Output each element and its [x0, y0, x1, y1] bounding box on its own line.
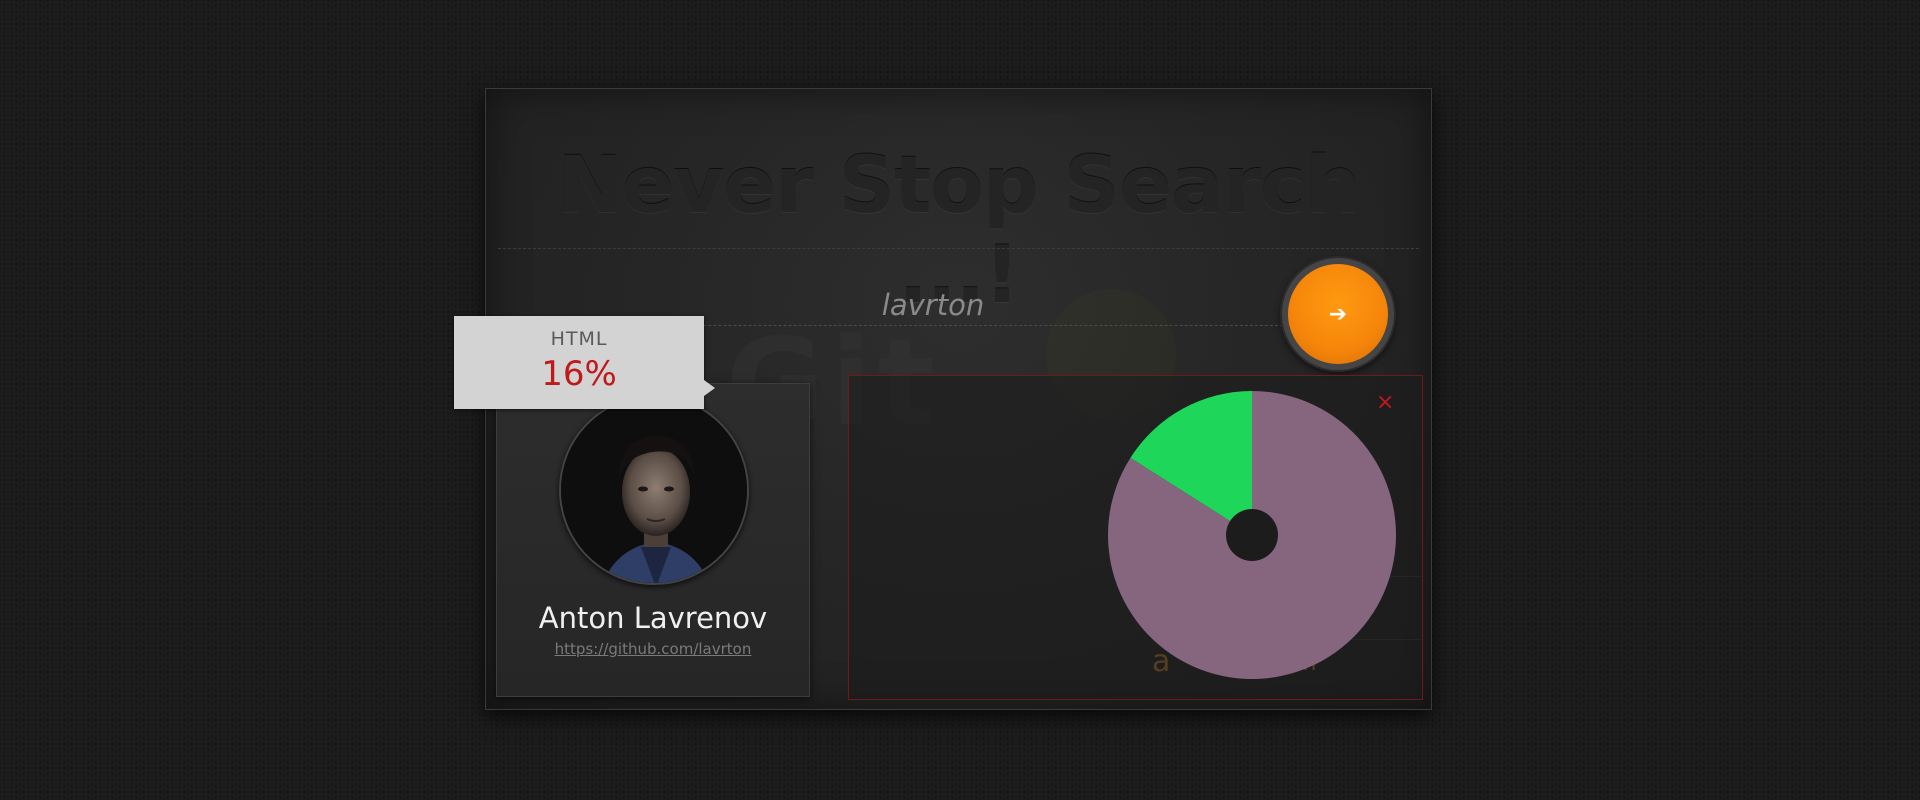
profile-card: Anton Lavrenov https://github.com/lavrto…	[496, 383, 810, 697]
user-avatar-icon	[561, 397, 747, 583]
title-divider	[498, 248, 1419, 249]
tooltip-value: 16%	[541, 354, 617, 394]
avatar	[559, 395, 749, 585]
profile-name: Anton Lavrenov	[538, 601, 768, 635]
faded-label: ra	[1219, 542, 1242, 567]
arrow-right-icon: ➔	[1328, 301, 1348, 327]
close-icon[interactable]: ×	[1376, 392, 1394, 414]
chart-panel: ra a on ×	[848, 375, 1423, 700]
chart-gridline	[1229, 576, 1422, 577]
search-button[interactable]: ➔	[1282, 258, 1394, 370]
profile-link[interactable]: https://github.com/lavrton	[497, 640, 809, 658]
chart-gridline	[1229, 639, 1422, 640]
tooltip-label: HTML	[550, 328, 608, 350]
faded-label: on	[1289, 651, 1317, 676]
faded-label: a	[1152, 644, 1171, 679]
chart-tooltip: HTML 16%	[454, 316, 715, 409]
